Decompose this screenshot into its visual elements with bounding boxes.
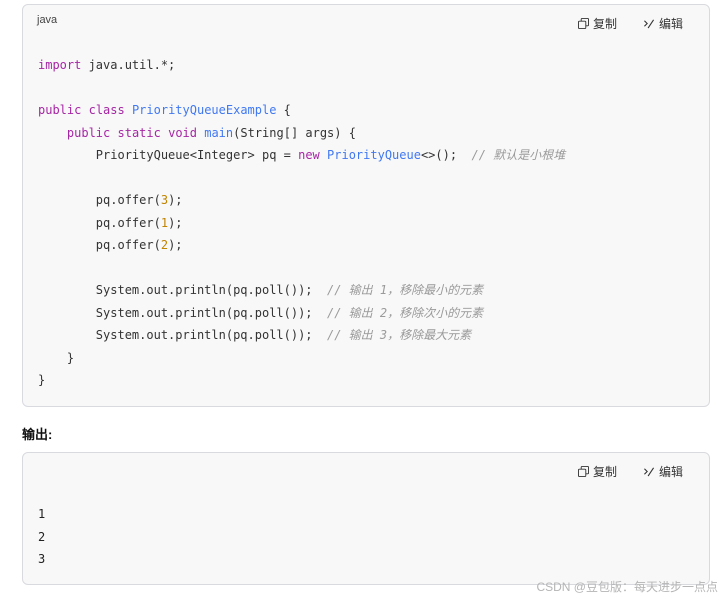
code-token: System.out.println(pq.poll()); xyxy=(38,305,327,320)
edit-code-button[interactable]: 编辑 xyxy=(643,15,683,32)
code-token: import xyxy=(38,58,82,72)
edit-output-button[interactable]: 编辑 xyxy=(643,463,683,480)
code-line: public static void main(String[] args) { xyxy=(38,126,356,140)
code-token: ); xyxy=(168,193,183,207)
code-token: new xyxy=(298,148,320,162)
watermark: CSDN @豆包版：每天进步一点点 xyxy=(536,580,718,594)
copy-icon xyxy=(577,466,589,477)
code-token: pq.offer( xyxy=(38,193,161,207)
code-token: PriorityQueue<Integer> pq = xyxy=(38,148,299,162)
edit-code-label: 编辑 xyxy=(658,17,683,31)
code-token: // 输出 1，移除最小的元素 xyxy=(326,283,484,297)
edit-icon xyxy=(643,466,655,477)
code-token: <>(); xyxy=(420,148,472,162)
copy-code-label: 复制 xyxy=(592,17,617,31)
code-token: pq.offer( xyxy=(38,215,161,230)
code-token: public xyxy=(38,103,82,117)
copy-output-label: 复制 xyxy=(592,465,617,479)
output-heading: 输出: xyxy=(22,427,53,442)
code-line: pq.offer(3); xyxy=(38,193,183,207)
code-line: } xyxy=(38,351,74,365)
code-token: java.util.*; xyxy=(81,58,176,72)
code-line: System.out.println(pq.poll()); // 输出 2，移… xyxy=(38,306,483,320)
code-token: PriorityQueue xyxy=(327,148,421,162)
code-token: void xyxy=(168,125,197,140)
code-token: 2 xyxy=(160,238,169,252)
code-content: import java.util.*; public class Priorit… xyxy=(38,54,565,392)
code-block-actions: 复制 编辑 xyxy=(577,15,683,32)
code-line: pq.offer(1); xyxy=(38,216,183,230)
code-token: PriorityQueueExample xyxy=(131,103,277,117)
code-token: public xyxy=(66,125,111,140)
code-block: java 复制 编辑 import java.util.*; public cl… xyxy=(22,4,710,407)
code-line: pq.offer(2); xyxy=(38,238,183,252)
code-token: } xyxy=(38,373,46,387)
code-token: ); xyxy=(168,238,183,252)
edit-output-label: 编辑 xyxy=(658,465,683,479)
copy-code-button[interactable]: 复制 xyxy=(577,15,617,32)
output-block-actions: 复制 编辑 xyxy=(577,463,683,480)
code-token: (String[] args) { xyxy=(233,125,356,140)
output-line: 2 xyxy=(38,529,46,544)
code-token: pq.offer( xyxy=(38,238,161,252)
code-token: System.out.println(pq.poll()); xyxy=(38,328,327,342)
code-line: } xyxy=(38,373,45,387)
output-content: 1 2 3 xyxy=(38,503,45,571)
edit-icon xyxy=(643,18,655,29)
code-token: // 默认是小根堆 xyxy=(471,148,566,162)
code-line: PriorityQueue<Integer> pq = new Priority… xyxy=(38,148,565,162)
code-line: System.out.println(pq.poll()); // 输出 3，移… xyxy=(38,328,471,342)
output-line: 3 xyxy=(38,552,46,566)
code-token: } xyxy=(38,350,75,365)
code-token: class xyxy=(88,103,125,117)
code-token: static xyxy=(117,125,161,140)
code-token: // 输出 3，移除最大元素 xyxy=(326,328,472,342)
code-line: System.out.println(pq.poll()); // 输出 1，移… xyxy=(38,283,483,297)
code-token: ); xyxy=(168,215,183,230)
copy-icon xyxy=(577,18,589,29)
code-token: 3 xyxy=(160,193,169,207)
code-line: public class PriorityQueueExample { xyxy=(38,103,291,117)
output-block: 复制 编辑 1 2 3 xyxy=(22,452,710,585)
code-token: 1 xyxy=(160,215,169,230)
code-token: // 输出 2，移除次小的元素 xyxy=(326,305,484,320)
code-token: System.out.println(pq.poll()); xyxy=(38,283,327,297)
output-line: 1 xyxy=(38,507,46,521)
code-token: { xyxy=(276,103,291,117)
code-token: main xyxy=(204,125,234,140)
copy-output-button[interactable]: 复制 xyxy=(577,463,617,480)
code-language-label: java xyxy=(37,14,58,26)
code-line: import java.util.*; xyxy=(38,58,175,72)
